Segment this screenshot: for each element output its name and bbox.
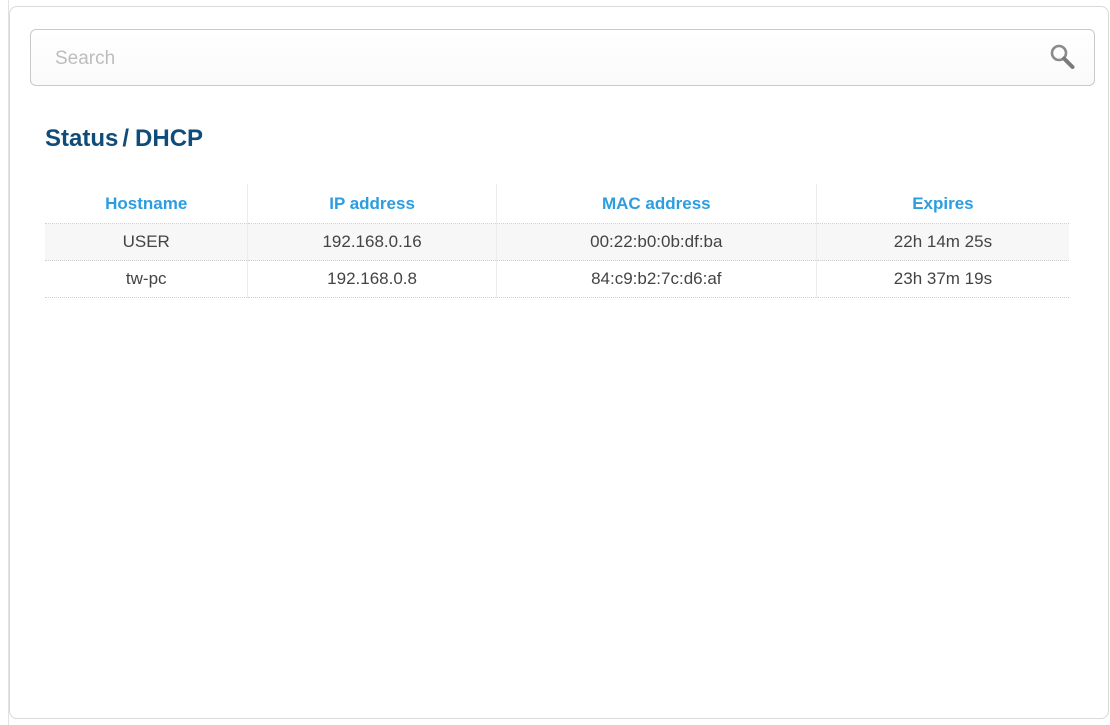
column-header-mac-address: MAC address — [495, 184, 817, 224]
frame-edge — [0, 0, 9, 725]
breadcrumb-separator: / — [122, 125, 130, 152]
table-row: tw-pc 192.168.0.8 84:c9:b2:7c:d6:af 23h … — [45, 260, 1069, 298]
column-header-expires: Expires — [815, 184, 1069, 224]
cell-ip-address: 192.168.0.8 — [247, 260, 497, 298]
column-header-hostname: Hostname — [45, 184, 248, 224]
search-box[interactable] — [30, 29, 1095, 87]
cell-mac-address: 84:c9:b2:7c:d6:af — [495, 260, 817, 298]
cell-expires: 22h 14m 25s — [815, 223, 1069, 261]
content-panel: Status/DHCP Hostname IP address MAC addr… — [9, 6, 1109, 719]
column-header-ip-address: IP address — [247, 184, 497, 224]
cell-expires: 23h 37m 19s — [815, 260, 1069, 298]
cell-hostname: USER — [45, 223, 248, 261]
cell-ip-address: 192.168.0.16 — [247, 223, 497, 261]
page-title: Status / DHCP — [45, 125, 203, 153]
table-row: USER 192.168.0.16 00:22:b0:0b:df:ba 22h … — [45, 223, 1069, 261]
search-icon[interactable] — [1048, 42, 1078, 72]
breadcrumb-section: Status — [45, 125, 119, 152]
cell-hostname: tw-pc — [45, 260, 248, 298]
dhcp-leases-table: Hostname IP address MAC address Expires … — [45, 184, 1069, 298]
cell-mac-address: 00:22:b0:0b:df:ba — [495, 223, 817, 261]
breadcrumb-page: DHCP — [135, 125, 204, 152]
search-input[interactable] — [53, 30, 1007, 87]
table-header-row: Hostname IP address MAC address Expires — [45, 184, 1069, 224]
